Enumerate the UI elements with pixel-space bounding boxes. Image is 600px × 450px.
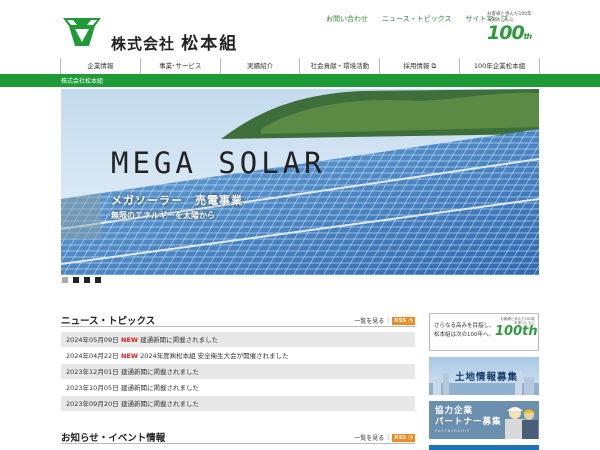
news-date: 2023年09月20日 [66, 400, 119, 408]
banner-partner-line1: 協力企業 [435, 406, 474, 416]
news-title: ニュース・トピックス [61, 316, 156, 327]
banner-100th-line1: さらなる高みを目指し、 [434, 323, 495, 329]
company-main-name: 松本組 [181, 34, 239, 54]
breadcrumb[interactable]: 株式会社松本組 [61, 76, 103, 85]
events-more-link[interactable]: 一覧を見る [354, 433, 384, 442]
news-text[interactable]: NEW 建通新聞に掲載されました [121, 332, 218, 347]
news-text[interactable]: 建通新聞に掲載されました [121, 380, 199, 395]
news-item[interactable]: 2023年09月20日 建通新聞に掲載されました [61, 396, 415, 412]
news-date: 2023年12月01日 [66, 368, 119, 376]
news-item[interactable]: 2023年10月05日 建通新聞に掲載されました [61, 380, 415, 396]
news-text[interactable]: 建通新聞に掲載されました [121, 364, 199, 379]
news-text[interactable]: 建通新聞に掲載されました [121, 396, 199, 411]
banner-blue[interactable] [429, 445, 539, 450]
nav-item-csr[interactable]: 社会貢献・環境活動 [300, 58, 381, 74]
banner-100th-text: さらなる高みを目指し、 松本組は次の100年へ。 [434, 322, 495, 340]
events-section-header: お知らせ・イベント情報 一覧を見る | RSS ◔ [61, 430, 415, 444]
banner-land-info[interactable]: 土地情報募集 [429, 357, 539, 395]
site-header: 株式会社 松本組 お問い合わせ ニュース・トピックス サイトマップ お客様と歩ん… [0, 0, 600, 58]
company-logo[interactable] [61, 16, 103, 48]
events-more: 一覧を見る | RSS ◔ [354, 433, 415, 442]
news-date: 2023年10月05日 [66, 384, 119, 392]
events-title: お知らせ・イベント情報 [61, 433, 166, 444]
news-more: 一覧を見る | RSS ◔ [354, 316, 415, 325]
news-text[interactable]: NEW 2024年度㈱松本組 安全衛生大会が開催されました [121, 348, 289, 363]
anniversary-suffix: th [523, 32, 532, 41]
hero-slider[interactable]: MEGA SOLAR メガソーラー 売電事業 無限のエネルギーを太陽から [61, 89, 539, 275]
external-link-icon: ⧉ [431, 62, 437, 70]
news-item[interactable]: 2023年12月01日 建通新聞に掲載されました [61, 364, 415, 380]
events-rss-label: RSS [394, 434, 407, 441]
news-rss-button[interactable]: RSS ◔ [392, 316, 415, 325]
banner-partner-small: PARTNERSHIP [435, 429, 470, 433]
company-prefix: 株式会社 [111, 35, 176, 53]
nav-recruit-label: 採用情報 [403, 62, 430, 70]
banner-partner-line2: パートナー募集 [435, 417, 502, 427]
nav-item-works[interactable]: 実績紹介 [221, 58, 301, 74]
breadcrumb-bar: 株式会社松本組 [0, 74, 600, 87]
news-more-link[interactable]: 一覧を見る [354, 316, 384, 325]
nav-item-company[interactable]: 企業情報 [61, 58, 141, 74]
nav-item-recruit[interactable]: 採用情報 ⧉ [380, 58, 461, 74]
news-rss-label: RSS [394, 317, 407, 324]
slider-dot-1[interactable] [62, 277, 68, 283]
news-text-value: 2024年度㈱松本組 安全衛生大会が開催されました [140, 352, 289, 360]
anniversary-num-value: 100 [487, 22, 525, 44]
news-item[interactable]: 2024年04月22日 NEW 2024年度㈱松本組 安全衛生大会が開催されました [61, 348, 415, 364]
slider-dot-2[interactable] [73, 277, 79, 283]
hero-image [61, 89, 539, 275]
news-topics-link[interactable]: ニュース・トピックス [382, 14, 451, 24]
news-list: 2024年05月09日 NEW 建通新聞に掲載されました 2024年04月22日 … [61, 332, 415, 412]
global-nav: 企業情報 事業･サービス 実績紹介 社会貢献・環境活動 採用情報 ⧉ 100年企… [60, 58, 540, 74]
slider-dot-3[interactable] [84, 277, 90, 283]
contact-link[interactable]: お問い合わせ [326, 14, 368, 24]
hero-tagline: 無限のエネルギーを太陽から [111, 211, 215, 220]
banner-100th[interactable]: さらなる高みを目指し、 松本組は次の100年へ。 お客様と歩んだ100年 未来へ… [429, 313, 539, 351]
rss-icon: ◔ [408, 434, 413, 441]
banner-100th-logo: お客様と歩んだ100年 未来へともに 100th [495, 317, 538, 339]
rss-icon: ◔ [408, 317, 413, 324]
news-text-value: 建通新聞に掲載されました [140, 336, 219, 344]
nav-item-services[interactable]: 事業･サービス [141, 58, 221, 74]
slider-dots [62, 277, 101, 283]
divider: | [387, 317, 390, 324]
events-rss-button[interactable]: RSS ◔ [392, 433, 415, 442]
nav-item-100th[interactable]: 100年企業松本組 [460, 58, 540, 74]
news-date: 2024年05月09日 [66, 336, 119, 344]
banner-100th-num: 100th [495, 324, 538, 339]
banner-partner[interactable]: 協力企業 パートナー募集 PARTNERSHIP [429, 401, 539, 439]
hero-title: MEGA SOLAR [111, 146, 326, 180]
news-section-header: ニュース・トピックス 一覧を見る | RSS ◔ [61, 313, 415, 327]
anniversary-number: 100th [487, 23, 541, 47]
anniversary-badge[interactable]: お客様と歩んだ100年 未来へともに 100th [487, 12, 541, 46]
slider-dot-4[interactable] [95, 277, 101, 283]
new-badge: NEW [121, 352, 139, 360]
utility-links: お問い合わせ ニュース・トピックス サイトマップ [326, 14, 507, 24]
company-name[interactable]: 株式会社 松本組 [111, 29, 238, 54]
banner-partner-label: 協力企業 パートナー募集 [435, 406, 502, 428]
news-item[interactable]: 2024年05月09日 NEW 建通新聞に掲載されました [61, 332, 415, 348]
new-badge: NEW [121, 336, 139, 344]
divider: | [387, 434, 390, 441]
hero-subtitle: メガソーラー 売電事業 [111, 194, 243, 207]
banner-100th-line2: 松本組は次の100年へ。 [434, 332, 494, 338]
news-date: 2024年04月22日 [66, 352, 119, 360]
banner-land-info-label: 土地情報募集 [455, 372, 519, 383]
